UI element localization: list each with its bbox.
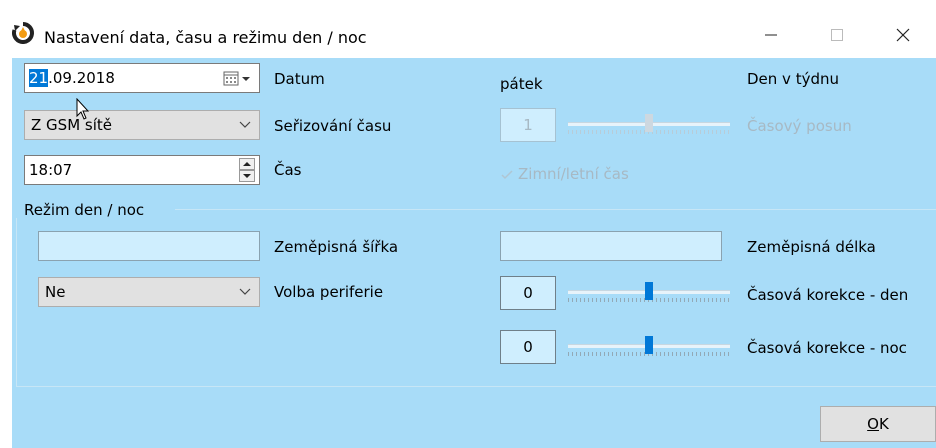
group-border-bottom [16, 386, 936, 387]
maximize-button[interactable] [814, 18, 860, 52]
window-title: Nastavení data, času a režimu den / noc [44, 28, 367, 47]
date-label: Datum [274, 70, 325, 88]
dst-checkbox[interactable] [500, 168, 514, 182]
calendar-dropdown-icon[interactable] [223, 71, 253, 87]
group-border-top [175, 209, 936, 210]
weekday-label: Den v týdnu [747, 70, 839, 88]
time-input[interactable]: 18:07 [24, 155, 260, 185]
date-day-selected: 21 [29, 69, 49, 87]
close-icon [896, 28, 910, 42]
longitude-label: Zeměpisná délka [747, 238, 876, 256]
time-sync-label: Seřizování času [274, 117, 392, 135]
mouse-cursor-icon [76, 98, 90, 120]
daynight-group-label: Režim den / noc [24, 201, 145, 219]
night-correction-input[interactable]: 0 [500, 330, 556, 364]
slider-thumb[interactable] [645, 336, 653, 354]
date-picker[interactable]: 21.09.2018 [24, 63, 260, 93]
time-shift-slider[interactable] [568, 108, 730, 142]
time-shift-label: Časový posun [747, 117, 852, 135]
day-correction-input[interactable]: 0 [500, 276, 556, 310]
date-value: 21.09.2018 [29, 69, 115, 87]
dialog-body: 21.09.2018 Datum pátek Den v týdnu Z GSM… [12, 58, 936, 448]
dst-label: Zimní/letní čas [518, 165, 629, 183]
longitude-input[interactable] [500, 231, 722, 261]
minimize-button[interactable] [748, 18, 794, 52]
day-correction-value: 0 [523, 284, 533, 302]
time-value: 18:07 [29, 161, 73, 179]
close-button[interactable] [880, 18, 926, 52]
weekday-value: pátek [500, 75, 543, 93]
night-correction-slider[interactable] [568, 330, 730, 364]
group-border-left [16, 218, 17, 386]
time-shift-value: 1 [523, 116, 533, 134]
ok-button[interactable]: OK [820, 406, 936, 442]
ok-mnemonic: O [867, 415, 879, 433]
peripheral-label: Volba periferie [274, 283, 384, 301]
maximize-icon [831, 29, 843, 41]
title-bar[interactable]: Nastavení data, času a režimu den / noc [0, 0, 936, 58]
clock-refresh-icon [12, 22, 34, 44]
time-sync-select[interactable]: Z GSM sítě [24, 110, 260, 140]
time-sync-value: Z GSM sítě [31, 116, 112, 134]
slider-thumb[interactable] [645, 114, 653, 132]
date-rest: .09.2018 [48, 69, 115, 87]
spinner-updown-icon[interactable] [239, 158, 255, 182]
peripheral-value: Ne [45, 283, 66, 301]
night-correction-label: Časová korekce - noc [747, 339, 907, 357]
latitude-label: Zeměpisná šířka [274, 238, 399, 256]
chevron-down-icon [239, 288, 251, 295]
time-shift-input[interactable]: 1 [500, 108, 556, 142]
time-label: Čas [274, 161, 302, 179]
chevron-down-icon [239, 121, 251, 128]
night-correction-value: 0 [523, 338, 533, 356]
day-correction-slider[interactable] [568, 276, 730, 310]
minimize-icon [765, 34, 777, 36]
peripheral-select[interactable]: Ne [38, 277, 260, 307]
day-correction-label: Časová korekce - den [747, 286, 909, 304]
ok-rest: K [878, 415, 889, 433]
latitude-input[interactable] [38, 231, 260, 261]
slider-thumb[interactable] [645, 282, 653, 300]
settings-dialog: Nastavení data, času a režimu den / noc … [0, 0, 936, 448]
